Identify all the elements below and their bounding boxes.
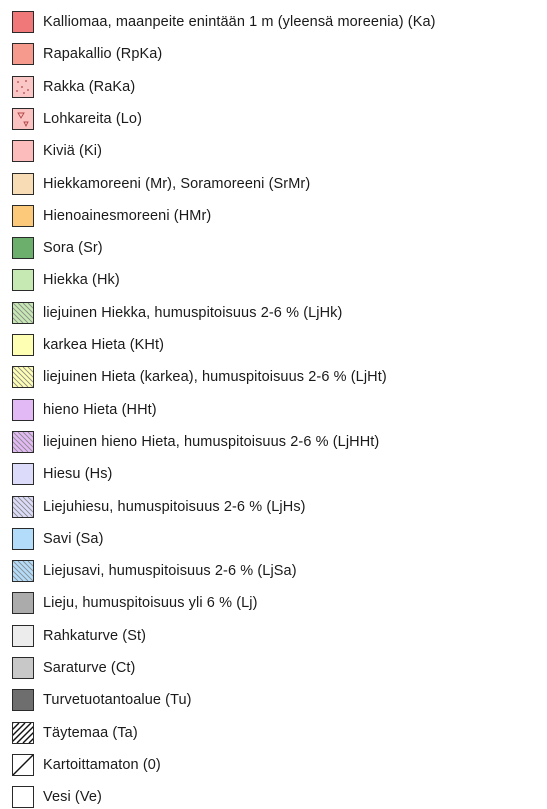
legend-label: liejuinen Hiekka, humuspitoisuus 2-6 % (…: [43, 304, 343, 321]
legend-item-ljhs: Liejuhiesu, humuspitoisuus 2-6 % (LjHs): [12, 495, 306, 519]
legend-item-ljhk: liejuinen Hiekka, humuspitoisuus 2-6 % (…: [12, 301, 342, 325]
legend-swatch-ka: [12, 11, 34, 33]
legend-label: Vesi (Ve): [43, 789, 102, 806]
legend-item-hk: Hiekka (Hk): [12, 268, 120, 292]
legend-item-rpka: Rapakallio (RpKa): [12, 42, 162, 66]
legend-label: Sora (Sr): [43, 240, 103, 257]
legend-label: Turvetuotantoalue (Tu): [43, 692, 192, 709]
legend-item-lo: Lohkareita (Lo): [12, 107, 142, 131]
legend-swatch-ljht: [12, 366, 34, 389]
legend-swatch-hk: [12, 269, 34, 292]
legend-item-hht: hieno Hieta (HHt): [12, 398, 157, 422]
legend-label: Hiekka (Hk): [43, 272, 120, 289]
legend-item-raka: Rakka (RaKa): [12, 75, 135, 99]
legend-swatch-hs: [12, 463, 34, 486]
legend-swatch-ct: [12, 657, 34, 679]
legend-item-hmr: Hienoainesmoreeni (HMr): [12, 204, 211, 228]
legend-item-ct: Saraturve (Ct): [12, 656, 135, 680]
legend-swatch-ljhs: [12, 495, 34, 518]
legend-label: Kartoittamaton (0): [43, 756, 161, 773]
legend-item-ljsa: Liejusavi, humuspitoisuus 2-6 % (LjSa): [12, 559, 297, 583]
legend-swatch-tu: [12, 689, 34, 712]
legend-item-hs: Hiesu (Hs): [12, 462, 112, 486]
legend-label: Täytemaa (Ta): [43, 724, 138, 741]
legend-label: liejuinen hieno Hieta, humuspitoisuus 2-…: [43, 433, 380, 450]
legend-label: Lieju, humuspitoisuus yli 6 % (Lj): [43, 595, 258, 612]
legend-label: karkea Hieta (KHt): [43, 337, 165, 353]
legend-item-ljht: liejuinen Hieta (karkea), humuspitoisuus…: [12, 365, 387, 389]
legend-swatch-ta: [12, 721, 34, 744]
legend-swatch-sa: [12, 527, 34, 550]
legend-swatch-0: [12, 753, 34, 776]
legend-item-ta: Täytemaa (Ta): [12, 721, 138, 745]
legend-label: Saraturve (Ct): [43, 660, 136, 676]
legend-swatch-kht: [12, 334, 34, 356]
legend-item-sr: Sora (Sr): [12, 236, 103, 260]
legend-swatch-lo: [12, 107, 34, 130]
legend-swatch-hmr: [12, 204, 34, 227]
legend-label: Kalliomaa, maanpeite enintään 1 m (yleen…: [43, 14, 436, 30]
legend-label: Rahkaturve (St): [43, 627, 147, 644]
legend-item-ka: Kalliomaa, maanpeite enintään 1 m (yleen…: [12, 10, 436, 34]
legend-item-sa: Savi (Sa): [12, 527, 104, 551]
legend-item-kht: karkea Hieta (KHt): [12, 333, 164, 357]
legend-item-lj: Lieju, humuspitoisuus yli 6 % (Lj): [12, 591, 258, 615]
legend-swatch-ljhk: [12, 301, 34, 324]
legend-item-st: Rahkaturve (St): [12, 624, 146, 648]
legend-swatch-ki: [12, 140, 34, 163]
legend-swatch-raka: [12, 75, 34, 98]
legend-item-ki: Kiviä (Ki): [12, 139, 102, 163]
legend-label: Liejuhiesu, humuspitoisuus 2-6 % (LjHs): [43, 498, 306, 515]
map-legend: Kalliomaa, maanpeite enintään 1 m (yleen…: [0, 0, 547, 809]
legend-item-srmr: Hiekkamoreeni (Mr), Soramoreeni (SrMr): [12, 172, 310, 196]
legend-swatch-ljhht: [12, 430, 34, 453]
legend-label: Hienoainesmoreeni (HMr): [43, 207, 212, 224]
legend-label: Kiviä (Ki): [43, 143, 103, 160]
legend-label: Liejusavi, humuspitoisuus 2-6 % (LjSa): [43, 563, 297, 580]
legend-label: Savi (Sa): [43, 530, 104, 547]
legend-swatch-rpka: [12, 43, 34, 66]
legend-swatch-ve: [12, 786, 34, 809]
legend-label: Lohkareita (Lo): [43, 110, 143, 127]
legend-label: Hiesu (Hs): [43, 466, 113, 483]
legend-item-0: Kartoittamaton (0): [12, 753, 161, 777]
legend-label: liejuinen Hieta (karkea), humuspitoisuus…: [43, 369, 387, 386]
legend-swatch-ljsa: [12, 560, 34, 583]
legend-label: Hiekkamoreeni (Mr), Soramoreeni (SrMr): [43, 175, 311, 192]
legend-label: hieno Hieta (HHt): [43, 401, 157, 418]
legend-swatch-hht: [12, 398, 34, 421]
legend-swatch-srmr: [12, 172, 34, 195]
legend-swatch-st: [12, 624, 34, 647]
legend-swatch-sr: [12, 237, 34, 260]
legend-label: Rapakallio (RpKa): [43, 46, 163, 63]
legend-item-ve: Vesi (Ve): [12, 785, 102, 809]
legend-item-tu: Turvetuotantoalue (Tu): [12, 688, 192, 712]
legend-label: Rakka (RaKa): [43, 78, 136, 95]
legend-item-ljhht: liejuinen hieno Hieta, humuspitoisuus 2-…: [12, 430, 379, 454]
legend-swatch-lj: [12, 592, 34, 615]
